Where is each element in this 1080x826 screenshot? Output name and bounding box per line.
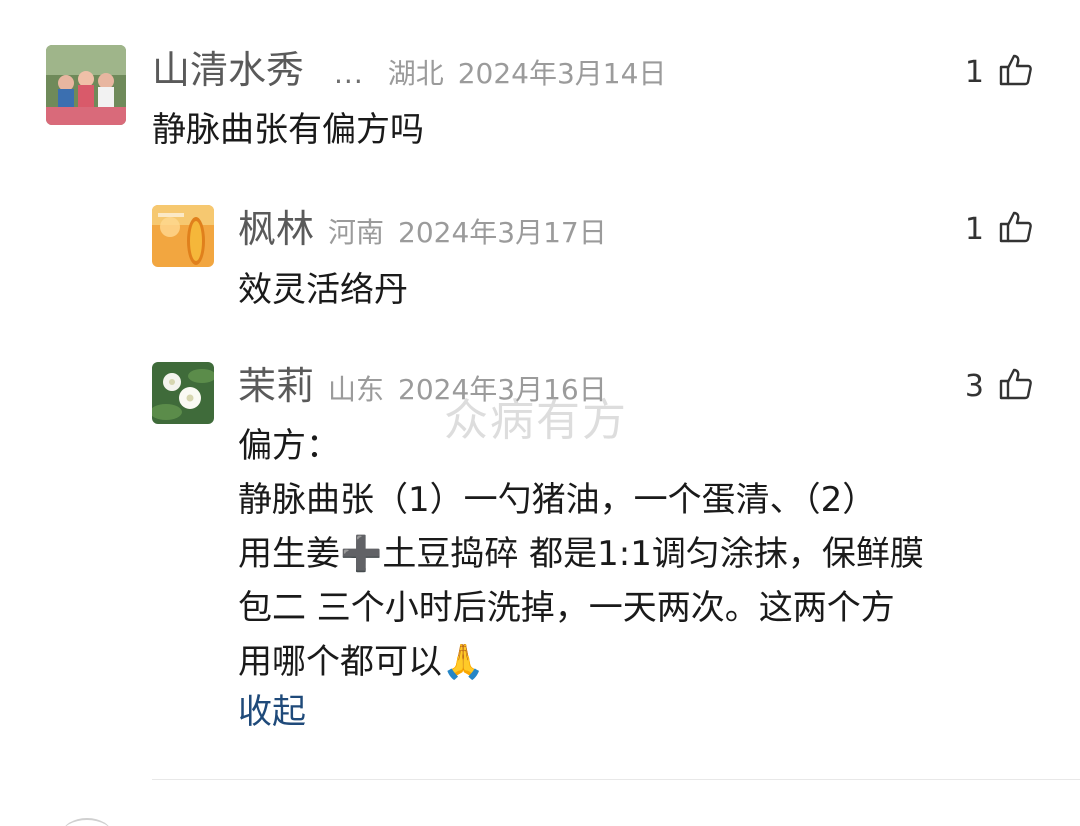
- comment-text-line: 包二 三个小时后洗掉，一天两次。这两个方: [238, 588, 895, 628]
- thumbs-up-icon[interactable]: [998, 52, 1034, 92]
- divider: [152, 779, 1080, 780]
- avatar[interactable]: [152, 362, 214, 424]
- comment-date: 2024年3月14日: [457, 57, 667, 90]
- like-count: 3: [964, 368, 984, 404]
- comment-date: 2024年3月16日: [398, 373, 607, 406]
- like-button[interactable]: 3: [965, 362, 1034, 410]
- comment-date: 2024年3月17日: [398, 216, 607, 249]
- comment-text-line: 用生姜➕土豆捣碎 都是1:1调匀涂抹，保鲜膜: [238, 534, 924, 574]
- avatar[interactable]: [152, 205, 214, 267]
- commenter-location: 河南: [328, 216, 385, 249]
- commenter-location: 湖北: [387, 57, 444, 90]
- commenter-name[interactable]: 山清水秀: [152, 46, 304, 94]
- comment-text-line: 静脉曲张（1）一勺猪油，一个蛋清、（2）: [238, 480, 877, 520]
- thumbs-up-icon[interactable]: [998, 209, 1034, 249]
- comment-thread: 山清水秀 ... 湖北 2024年3月14日 1 静脉曲张有偏方吗 枫林 河南 …: [0, 0, 1080, 826]
- comment-text: 静脉曲张有偏方吗: [152, 110, 424, 150]
- thumbs-up-icon[interactable]: [998, 366, 1034, 406]
- next-avatar-edge: [62, 818, 112, 826]
- collapse-link[interactable]: 收起: [238, 688, 306, 736]
- like-button[interactable]: 1: [965, 205, 1034, 253]
- like-count: 1: [964, 211, 984, 247]
- commenter-name[interactable]: 枫林: [238, 205, 314, 253]
- comment-text-line: 用哪个都可以🙏: [238, 642, 485, 682]
- comment-text-line: 偏方：: [238, 426, 340, 466]
- name-ellipsis: ...: [334, 57, 364, 90]
- commenter-name[interactable]: 茉莉: [238, 362, 314, 410]
- comment-text: 效灵活络丹: [238, 270, 408, 310]
- like-button[interactable]: 1: [965, 48, 1034, 96]
- commenter-location: 山东: [328, 373, 385, 406]
- avatar[interactable]: [46, 45, 126, 125]
- like-count: 1: [964, 54, 984, 90]
